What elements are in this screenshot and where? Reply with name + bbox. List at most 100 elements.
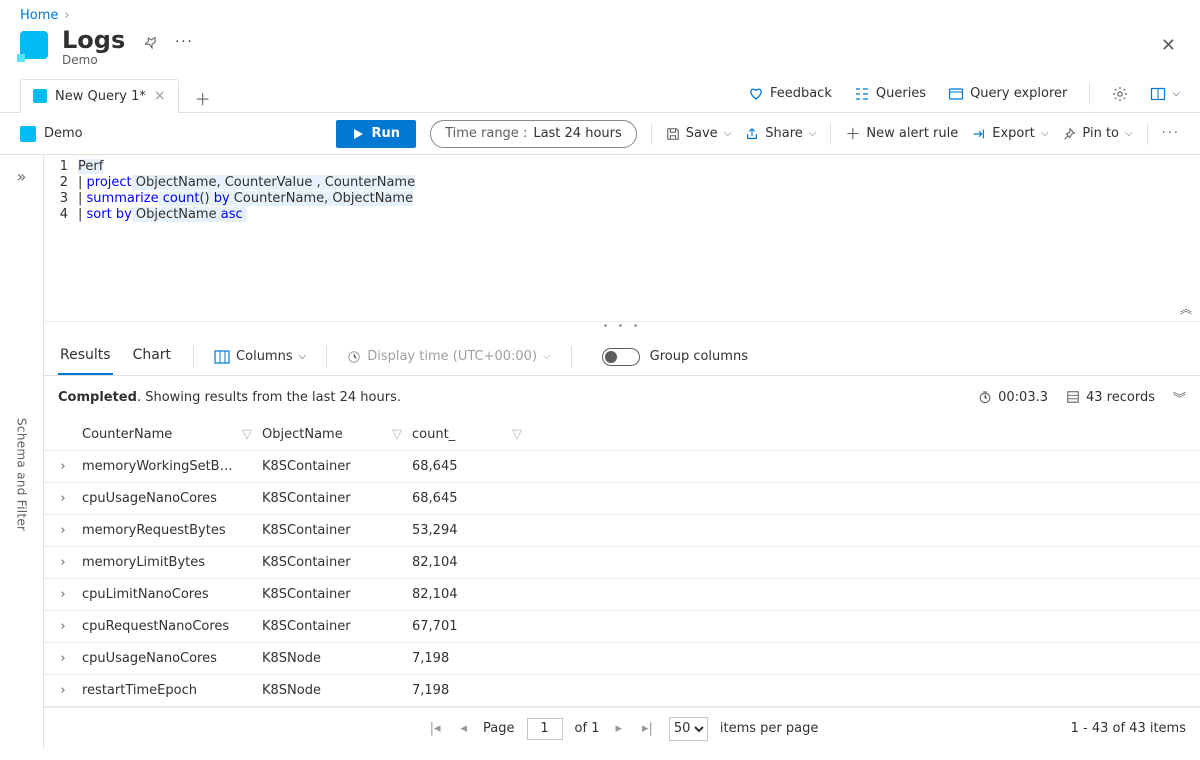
heart-icon [748,86,764,102]
table-row[interactable]: ›cpuLimitNanoCoresK8SContainer82,104 [44,579,1200,611]
filter-icon[interactable]: ▽ [242,427,252,442]
cell-objectname: K8SContainer [262,517,412,544]
queries-button[interactable]: Queries [854,86,926,102]
export-icon [972,127,986,141]
pager-summary: 1 - 43 of 43 items [1071,721,1186,736]
query-explorer-button[interactable]: Query explorer [948,86,1067,102]
time-range-picker[interactable]: Time range : Last 24 hours [430,120,637,148]
query-tab-strip: New Query 1* × ＋ Feedback Queries Query … [0,75,1200,113]
cell-countername: cpuLimitNanoCores [82,581,262,608]
expand-row-icon[interactable]: › [44,651,82,666]
pager: |◂ ◂ Page of 1 ▸ ▸| 50 items per page 1 … [44,707,1200,750]
table-row[interactable]: ›cpuRequestNanoCoresK8SContainer67,701 [44,611,1200,643]
page-header: Logs Demo ··· ✕ [0,27,1200,75]
feedback-button[interactable]: Feedback [748,86,832,102]
columns-button[interactable]: Columns ⌵ [214,349,306,364]
export-button[interactable]: Export ⌵ [972,126,1048,141]
save-icon [666,127,680,141]
share-button[interactable]: Share ⌵ [745,126,816,141]
close-tab-icon[interactable]: × [154,89,166,103]
tab-chart[interactable]: Chart [131,339,173,375]
scope-picker[interactable]: Demo [20,126,83,142]
close-button[interactable]: ✕ [1157,31,1180,60]
cell-countername: cpuUsageNanoCores [82,645,262,672]
cell-countername: restartTimeEpoch [82,677,262,704]
cell-objectname: K8SContainer [262,581,412,608]
toggle-switch[interactable] [602,348,640,366]
cell-objectname: K8SContainer [262,549,412,576]
display-time-button[interactable]: Display time (UTC+00:00) ⌵ [347,349,550,364]
page-size-select[interactable]: 50 [669,717,708,741]
table-row[interactable]: ›memoryLimitBytesK8SContainer82,104 [44,547,1200,579]
schema-rail-label[interactable]: Schema and Filter [15,418,29,531]
more-icon[interactable]: ··· [1162,126,1180,141]
cell-count: 82,104 [412,549,532,576]
filter-icon[interactable]: ▽ [512,427,522,442]
col-count[interactable]: count_▽ [412,427,532,442]
expand-row-icon[interactable]: › [44,523,82,538]
collapse-results-icon[interactable]: ︾ [1173,388,1186,407]
table-header: CounterName▽ ObjectName▽ count_▽ [44,419,1200,451]
expand-rail-icon[interactable]: » [17,167,27,186]
group-columns-toggle[interactable]: Group columns [602,348,748,366]
play-icon [352,128,364,140]
table-row[interactable]: ›restartTimeEpochK8SNode7,198 [44,675,1200,707]
cell-countername: cpuRequestNanoCores [82,613,262,640]
workspace: » Schema and Filter 1 2 3 4 Perf | proje… [0,155,1200,749]
results-header: Results Chart Columns ⌵ Display time (UT… [44,331,1200,376]
breadcrumb-home[interactable]: Home [20,8,58,23]
expand-row-icon[interactable]: › [44,683,82,698]
query-editor[interactable]: 1 2 3 4 Perf | project ObjectName, Count… [44,155,1200,320]
expand-row-icon[interactable]: › [44,491,82,506]
cell-count: 68,645 [412,453,532,480]
pin-to-button[interactable]: Pin to ⌵ [1062,126,1132,141]
cell-countername: memoryLimitBytes [82,549,262,576]
filter-icon[interactable]: ▽ [392,427,402,442]
cell-count: 7,198 [412,677,532,704]
cell-count: 82,104 [412,581,532,608]
cell-countername: memoryWorkingSetB… [82,453,262,480]
pane-resize-gripper[interactable]: • • • [44,321,1200,331]
editor-content[interactable]: Perf | project ObjectName, CounterValue … [78,155,415,320]
cell-countername: memoryRequestBytes [82,517,262,544]
save-button[interactable]: Save ⌵ [666,126,732,141]
cell-objectname: K8SContainer [262,485,412,512]
page-input[interactable] [527,718,563,740]
col-objectname[interactable]: ObjectName▽ [262,427,412,442]
schema-rail: » Schema and Filter [0,155,44,749]
run-button[interactable]: Run [336,120,417,148]
more-icon[interactable]: ··· [175,35,193,50]
add-tab-button[interactable]: ＋ [189,88,217,112]
table-row[interactable]: ›cpuUsageNanoCoresK8SNode7,198 [44,643,1200,675]
next-page-icon[interactable]: ▸ [611,721,626,736]
columns-icon [214,350,230,364]
chevron-down-icon: ⌵ [1172,88,1180,99]
cell-objectname: K8SNode [262,677,412,704]
first-page-icon[interactable]: |◂ [426,721,445,736]
col-countername[interactable]: CounterName▽ [82,427,262,442]
table-row[interactable]: ›memoryRequestBytesK8SContainer53,294 [44,515,1200,547]
clock-icon [347,350,361,364]
cell-countername: cpuUsageNanoCores [82,485,262,512]
query-tab[interactable]: New Query 1* × [20,79,179,113]
cell-count: 68,645 [412,485,532,512]
table-row[interactable]: ›memoryWorkingSetB…K8SContainer68,645 [44,451,1200,483]
expand-row-icon[interactable]: › [44,459,82,474]
expand-row-icon[interactable]: › [44,555,82,570]
prev-page-icon[interactable]: ◂ [457,721,472,736]
pin-icon[interactable] [145,36,159,50]
scope-icon [20,126,36,142]
share-icon [745,127,759,141]
last-page-icon[interactable]: ▸| [638,721,657,736]
new-alert-button[interactable]: ＋ New alert rule [845,123,958,144]
expand-row-icon[interactable]: › [44,587,82,602]
plus-icon: ＋ [845,123,860,144]
tab-results[interactable]: Results [58,339,113,375]
cell-count: 53,294 [412,517,532,544]
pin-icon [1062,127,1076,141]
collapse-editor-icon[interactable]: ︽ [1180,300,1192,317]
table-row[interactable]: ›cpuUsageNanoCoresK8SContainer68,645 [44,483,1200,515]
gear-icon[interactable] [1112,86,1128,102]
panel-toggle[interactable]: ⌵ [1150,86,1180,102]
expand-row-icon[interactable]: › [44,619,82,634]
